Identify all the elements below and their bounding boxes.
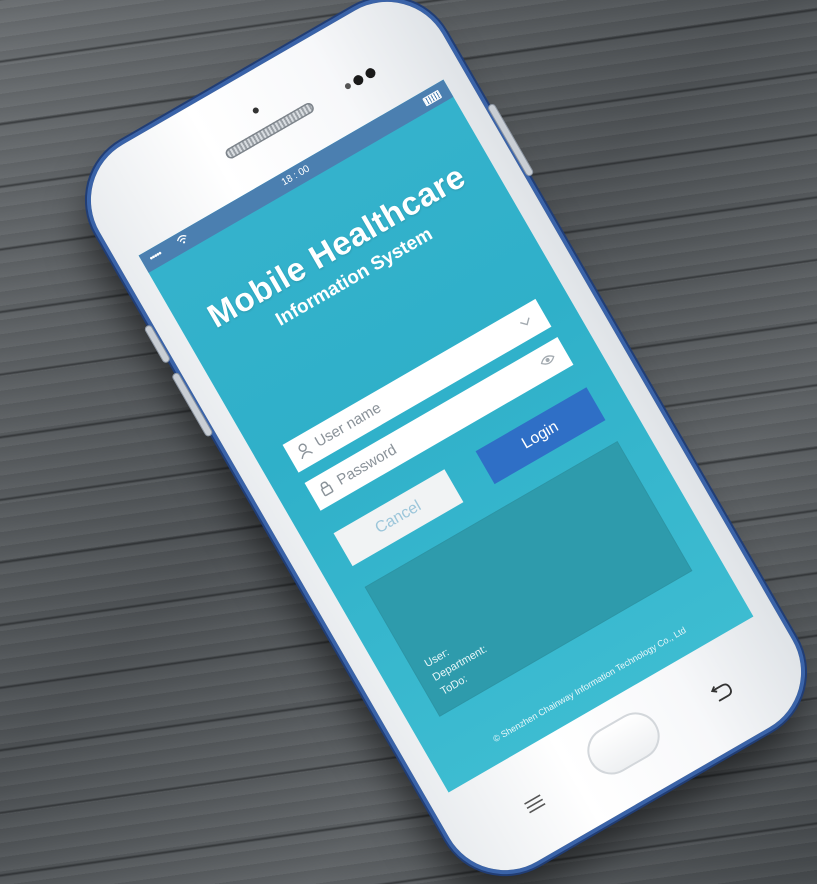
power-button (488, 103, 534, 177)
front-camera (251, 106, 260, 115)
app-title-line1: Mobile Healthcare (201, 157, 472, 335)
menu-icon[interactable] (521, 791, 549, 818)
screen: ••••• 18 : 00 Mobile Healthcare Informat… (138, 79, 754, 793)
password-placeholder: Password (334, 441, 400, 489)
lock-icon (315, 477, 337, 499)
volume-up-button (144, 325, 170, 363)
volume-down-button (172, 372, 213, 437)
chevron-down-icon[interactable] (515, 311, 537, 333)
earpiece-speaker (223, 100, 316, 161)
back-icon[interactable] (705, 675, 740, 709)
user-icon (293, 439, 315, 461)
scene: ••••• 18 : 00 Mobile Healthcare Informat… (0, 0, 817, 884)
home-button[interactable] (578, 703, 669, 784)
info-panel: User: Department: ToDo: (364, 440, 693, 717)
sensors (342, 62, 384, 94)
eye-icon[interactable] (537, 349, 559, 371)
smartphone: ••••• 18 : 00 Mobile Healthcare Informat… (67, 0, 817, 884)
battery-icon (422, 89, 443, 107)
